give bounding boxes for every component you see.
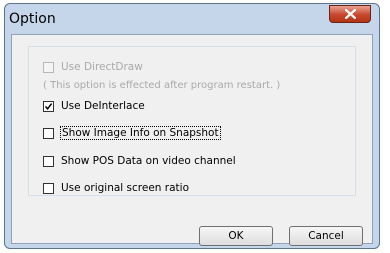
use-deinterlace-option[interactable]: Use DeInterlace [43,100,145,112]
use-original-ratio-option[interactable]: Use original screen ratio [43,182,189,194]
use-directdraw-label: Use DirectDraw [61,61,143,73]
use-original-ratio-label[interactable]: Use original screen ratio [61,182,189,194]
directdraw-restart-note: ( This option is effected after program … [43,80,281,91]
show-image-info-label[interactable]: Show Image Info on Snapshot [60,126,221,140]
show-pos-data-label[interactable]: Show POS Data on video channel [61,155,236,167]
use-directdraw-option: Use DirectDraw [43,61,143,73]
use-deinterlace-checkbox[interactable] [43,100,54,112]
dialog-client-area: Use DirectDraw ( This option is effected… [11,34,373,246]
use-original-ratio-checkbox[interactable] [43,182,54,194]
title-bar[interactable]: Option [5,4,379,34]
option-dialog: Option Use DirectDraw ( This option is e… [4,3,380,249]
show-pos-data-checkbox[interactable] [43,155,54,167]
use-directdraw-checkbox [43,61,54,73]
show-pos-data-option[interactable]: Show POS Data on video channel [43,155,236,167]
show-image-info-checkbox[interactable] [43,127,54,139]
checkmark-icon [44,102,53,110]
dialog-title: Option [9,11,56,27]
ok-button[interactable]: OK [199,226,273,246]
show-image-info-option[interactable]: Show Image Info on Snapshot [43,126,221,140]
use-deinterlace-label[interactable]: Use DeInterlace [61,100,145,112]
cancel-button[interactable]: Cancel [289,226,363,246]
close-icon [345,9,356,19]
close-button[interactable] [329,5,371,23]
